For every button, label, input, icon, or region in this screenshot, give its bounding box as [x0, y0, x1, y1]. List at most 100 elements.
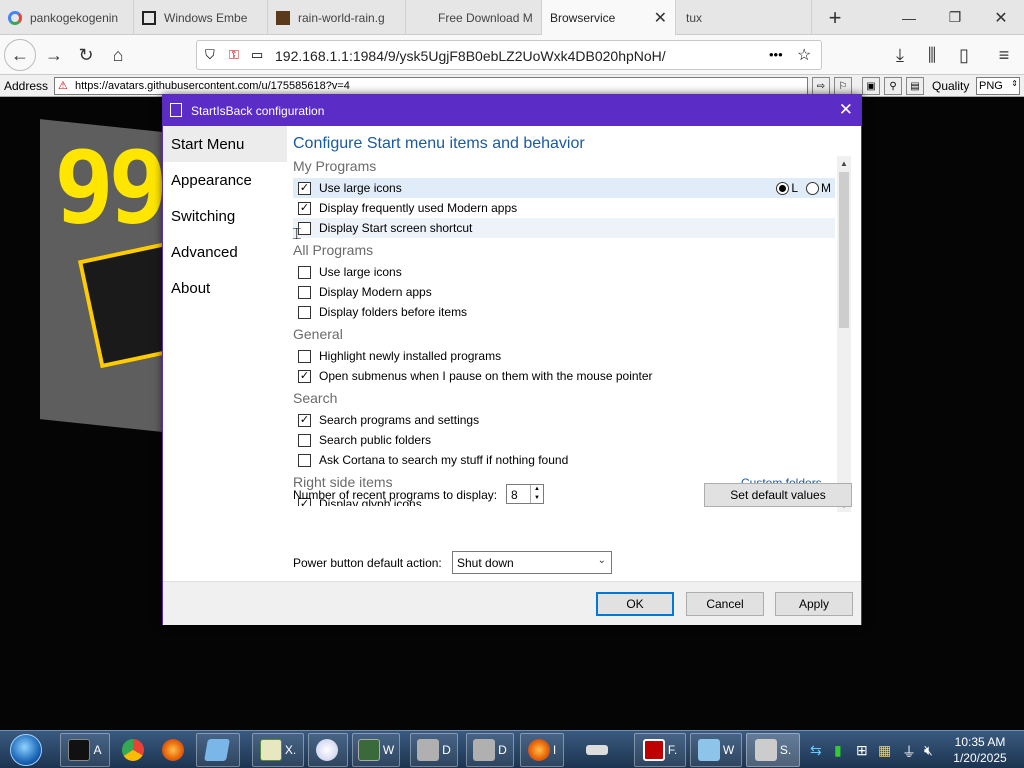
- scanner-icon: [585, 745, 608, 755]
- option-start-screen-shortcut[interactable]: Display Start screen shortcut: [293, 218, 835, 238]
- quality-select[interactable]: PNG ⇕: [976, 77, 1020, 95]
- clipboard-icon[interactable]: ▤: [906, 77, 924, 95]
- network-tray-icon[interactable]: ⊞: [856, 742, 868, 759]
- forward-icon[interactable]: →: [38, 39, 70, 71]
- color-tray-icon[interactable]: ▦: [878, 742, 891, 759]
- checkbox[interactable]: ✓: [298, 413, 311, 427]
- option-use-large-icons-all[interactable]: Use large icons: [293, 262, 835, 282]
- sidebar-item-appearance[interactable]: Appearance: [163, 162, 287, 198]
- sidebar-item-switching[interactable]: Switching: [163, 198, 287, 234]
- checkbox[interactable]: ✓: [298, 369, 311, 383]
- option-label: Search public folders: [319, 433, 432, 447]
- checkbox[interactable]: [298, 453, 311, 467]
- checkbox[interactable]: [298, 265, 311, 279]
- option-open-submenus[interactable]: ✓ Open submenus when I pause on them wit…: [293, 366, 835, 386]
- download-icon[interactable]: ⤓: [884, 39, 916, 71]
- radio-medium[interactable]: [806, 181, 819, 195]
- option-search-public[interactable]: Search public folders: [293, 430, 835, 450]
- power-button-select[interactable]: Shut down ⌄: [452, 551, 612, 574]
- sidebar-item-start-menu[interactable]: Start Menu: [163, 126, 287, 162]
- volume-muted-icon[interactable]: 🔇︎: [924, 742, 933, 759]
- sidebar-icon[interactable]: ▯: [948, 39, 980, 71]
- apply-button[interactable]: Apply: [775, 592, 853, 616]
- minimize-icon[interactable]: —: [886, 0, 932, 35]
- taskbar-item-drive-2[interactable]: D: [466, 733, 514, 767]
- option-use-large-icons-my[interactable]: ✓ Use large icons L M: [293, 178, 835, 198]
- checkbox[interactable]: [298, 285, 311, 299]
- address-input[interactable]: ⚠ https://avatars.githubusercontent.com/…: [54, 77, 808, 95]
- taskbar-item-terminal[interactable]: A: [60, 733, 110, 767]
- bookmark-star-icon[interactable]: ☆: [797, 45, 811, 65]
- stepper-arrows-icon[interactable]: ▲ ▼: [530, 485, 543, 503]
- go-icon[interactable]: ⇨: [812, 77, 830, 95]
- spinner-icon[interactable]: ⇕: [1011, 79, 1018, 88]
- taskbar-item-filezilla[interactable]: F.: [634, 733, 686, 767]
- find-icon[interactable]: ⚲: [884, 77, 902, 95]
- checkbox[interactable]: ✓: [298, 181, 311, 195]
- taskbar-item-network[interactable]: W: [352, 733, 400, 767]
- shield-icon[interactable]: ⛉: [205, 47, 215, 63]
- taskbar-item-paint[interactable]: [308, 733, 348, 767]
- taskbar-item-drive-1[interactable]: D: [410, 733, 458, 767]
- page-info-icon[interactable]: ▭: [251, 47, 263, 63]
- radio-large[interactable]: [776, 181, 790, 195]
- dialog-title-bar[interactable]: StartIsBack configuration ✕: [163, 95, 861, 126]
- url-bar[interactable]: ⛉ ⚿ ▭ 192.168.1.1:1984/9/ysk5UgjF8B0ebLZ…: [196, 40, 822, 70]
- menu-icon[interactable]: ≡: [988, 39, 1020, 71]
- scroll-up-icon[interactable]: ▲: [837, 156, 851, 170]
- tab-windows-embedded[interactable]: Windows Embe: [134, 0, 268, 35]
- reload-icon[interactable]: ↻: [70, 39, 102, 71]
- usb-icon[interactable]: ⏚: [902, 742, 916, 762]
- tab-pankogekogenin[interactable]: pankogekogenin: [0, 0, 134, 35]
- taskbar-item-chrome[interactable]: [116, 733, 152, 767]
- tab-tux[interactable]: tux: [676, 0, 812, 35]
- option-label: Use large icons: [319, 181, 402, 195]
- tab-free-download[interactable]: Free Download M: [406, 0, 542, 35]
- checkbox[interactable]: [298, 349, 311, 363]
- taskbar-item-firefox[interactable]: [156, 733, 192, 767]
- checkbox[interactable]: [298, 305, 311, 319]
- cancel-button[interactable]: Cancel: [686, 592, 764, 616]
- option-ask-cortana[interactable]: Ask Cortana to search my stuff if nothin…: [293, 450, 835, 470]
- option-folders-before[interactable]: Display folders before items: [293, 302, 835, 322]
- sidebar-item-about[interactable]: About: [163, 270, 287, 306]
- taskbar-item-scanner[interactable]: [578, 733, 618, 767]
- recent-programs-stepper[interactable]: 8 ▲ ▼: [506, 484, 544, 504]
- bookmark-icon[interactable]: ⚐: [834, 77, 852, 95]
- icon-size-radios: L M: [776, 181, 831, 195]
- sidebar-item-advanced[interactable]: Advanced: [163, 234, 287, 270]
- options-scrollbar[interactable]: ▲ ▼: [837, 156, 851, 512]
- scroll-thumb[interactable]: [839, 172, 849, 328]
- back-icon[interactable]: ←: [4, 39, 36, 71]
- taskbar-item-document[interactable]: W: [690, 733, 742, 767]
- option-search-programs[interactable]: ✓ Search programs and settings: [293, 410, 835, 430]
- tab-browservice[interactable]: Browservice ✕: [542, 0, 676, 35]
- checkbox[interactable]: [298, 433, 311, 447]
- taskbar-item-firefox-window[interactable]: I: [520, 733, 564, 767]
- sync-icon[interactable]: ⇆: [810, 742, 822, 759]
- restore-icon[interactable]: ❐: [932, 0, 978, 35]
- close-dialog-icon[interactable]: ✕: [839, 100, 853, 120]
- close-window-icon[interactable]: ✕: [978, 0, 1024, 35]
- home-icon[interactable]: ⌂: [102, 39, 134, 71]
- taskbar-item-settings-app[interactable]: S.: [746, 733, 800, 767]
- page-actions-icon[interactable]: •••: [769, 47, 783, 62]
- new-tab-button[interactable]: +: [812, 0, 858, 35]
- close-tab-icon[interactable]: ✕: [648, 8, 667, 28]
- option-frequent-modern[interactable]: ✓ Display frequently used Modern apps: [293, 198, 835, 218]
- set-default-values-button[interactable]: Set default values: [704, 483, 852, 507]
- option-highlight-new[interactable]: Highlight newly installed programs: [293, 346, 835, 366]
- checkbox[interactable]: ✓: [298, 201, 311, 215]
- monitor-icon[interactable]: ▮: [834, 742, 842, 759]
- save-icon[interactable]: ▣: [862, 77, 880, 95]
- insecure-lock-icon[interactable]: ⚿: [229, 47, 239, 63]
- library-icon[interactable]: ⫼: [916, 39, 948, 71]
- taskbar-item-spreadsheet[interactable]: X.: [252, 733, 304, 767]
- ok-button[interactable]: OK: [596, 592, 674, 616]
- taskbar-clock[interactable]: 10:35 AM 1/20/2025: [948, 734, 1012, 766]
- taskbar-item-explorer[interactable]: [196, 733, 240, 767]
- tab-rain-world[interactable]: rain-world-rain.g: [268, 0, 406, 35]
- start-button[interactable]: [4, 732, 48, 768]
- terminal-icon: [68, 739, 91, 761]
- option-display-modern[interactable]: Display Modern apps: [293, 282, 835, 302]
